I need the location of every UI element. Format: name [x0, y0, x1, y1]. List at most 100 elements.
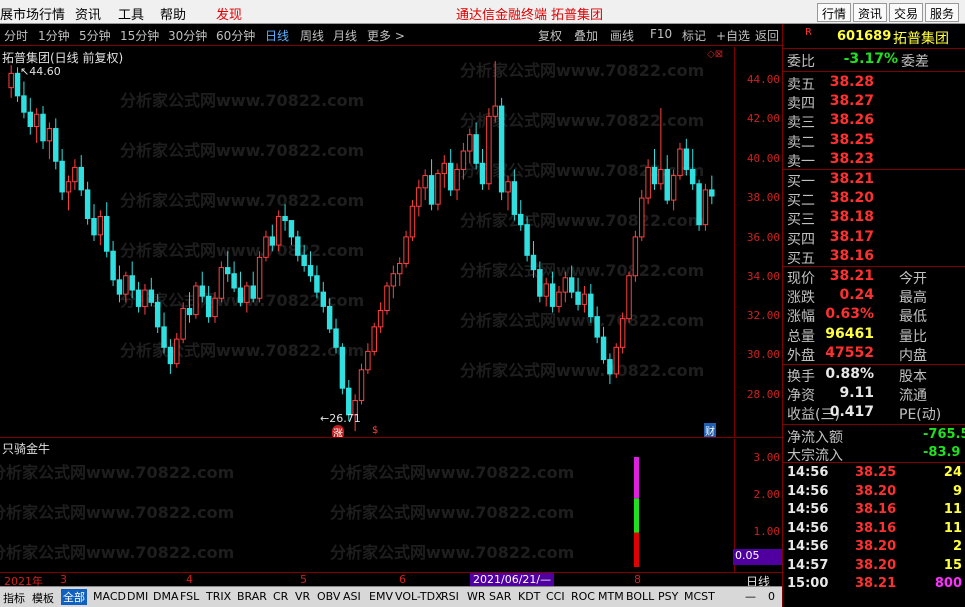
indicator-tab[interactable]: CCI	[546, 590, 565, 603]
indicator-tab[interactable]: 指标	[3, 590, 25, 606]
indicator-tab[interactable]: PSY	[658, 590, 678, 603]
candle	[231, 261, 237, 293]
indicator-tab[interactable]: SAR	[489, 590, 511, 603]
candle	[53, 118, 59, 170]
news-button[interactable]: 资讯	[853, 3, 888, 22]
tick-row: 14:56 38.16 11	[783, 521, 965, 539]
quote-panel: R 601689 拓普集团 委比 -3.17% 委差 卖五 38.28 卖四 38.2…	[782, 24, 965, 607]
candle	[174, 333, 180, 368]
high-marker: ↖44.60	[20, 65, 61, 78]
period-more[interactable]: 更多 >	[367, 27, 405, 44]
indicator-tab[interactable]: WR	[467, 590, 486, 603]
price-tick: 40.00	[746, 152, 780, 165]
candle	[142, 283, 148, 315]
menu-tools[interactable]: 工具	[118, 4, 144, 23]
dividend-badge[interactable]: $	[372, 425, 378, 436]
indicator-tab[interactable]: MACD	[93, 590, 126, 603]
indicator-tab[interactable]: EMV	[369, 590, 393, 603]
add-watchlist-button[interactable]: +自选	[716, 27, 750, 44]
menu-help[interactable]: 帮助	[160, 4, 186, 23]
reset-button[interactable]: 0	[768, 590, 775, 603]
candle	[511, 169, 518, 221]
indicator-tab[interactable]: MCST	[684, 590, 715, 603]
tick-volume: 11	[943, 520, 962, 536]
period-60min[interactable]: 60分钟	[216, 27, 255, 44]
indicator-tab[interactable]: OBV	[317, 590, 340, 603]
menu-news[interactable]: 资讯	[75, 4, 101, 23]
stat-row-label: 现价	[787, 271, 815, 287]
period-30min[interactable]: 30分钟	[168, 27, 207, 44]
candle	[116, 265, 123, 303]
low-marker-value: 26.71	[329, 412, 361, 425]
zoom-out-button[interactable]: —	[745, 590, 756, 603]
period-1min[interactable]: 1分钟	[38, 27, 70, 44]
finance-badge[interactable]: 财	[704, 423, 716, 437]
bid-level-value: 38.16	[829, 247, 874, 264]
period-monthly[interactable]: 月线	[333, 27, 357, 44]
indicator-tab[interactable]: DMI	[127, 590, 148, 603]
tick-volume: 800	[934, 576, 962, 591]
candle	[441, 155, 448, 188]
candlestick-pane[interactable]: 分析家公式网www.70822.com 分析家公式网www.70822.com …	[0, 47, 735, 438]
candle	[59, 149, 65, 201]
indicator-tab[interactable]: TRIX	[206, 590, 231, 603]
indicator-tab[interactable]: BRAR	[237, 590, 267, 603]
draw-button[interactable]: 画线	[610, 27, 634, 44]
indicator-name: 只骑金牛	[2, 442, 51, 456]
candle	[250, 271, 256, 303]
indicator-tab[interactable]: DMA	[153, 590, 179, 603]
indicator-tab[interactable]: ASI	[343, 590, 361, 603]
indicator-tab[interactable]: FSL	[180, 590, 199, 603]
candle	[123, 271, 129, 303]
menu-discover[interactable]: 发现	[216, 4, 242, 23]
indicator-tab[interactable]: VR	[295, 590, 310, 603]
indicator-tab[interactable]: MTM	[598, 590, 624, 603]
fund-row-label: 换手	[787, 369, 815, 385]
adjust-button[interactable]: 复权	[538, 27, 562, 44]
period-daily[interactable]: 日线	[265, 27, 289, 44]
period-weekly[interactable]: 周线	[300, 27, 324, 44]
period-15min[interactable]: 15分钟	[120, 27, 159, 44]
tick-row: 14:56 38.20 9	[783, 484, 965, 502]
tick-time: 14:56	[787, 483, 829, 499]
candle	[78, 155, 84, 197]
bid-level: 买四 38.17	[783, 229, 965, 248]
stock-link[interactable]: 拓普集团	[551, 4, 603, 23]
mark-button[interactable]: 标记	[682, 27, 706, 44]
trade-button[interactable]: 交易	[889, 3, 924, 22]
pane-controls-icon[interactable]: ◇⊠	[707, 49, 723, 60]
candle	[677, 142, 683, 180]
f10-button[interactable]: F10	[650, 27, 672, 41]
limit-up-badge[interactable]: 涨	[332, 425, 344, 437]
indicator-tab[interactable]: RSI	[441, 590, 459, 603]
indicator-pane[interactable]: 分析家公式网www.70822.com 分析家公式网www.70822.com …	[0, 439, 735, 572]
period-5min[interactable]: 5分钟	[79, 27, 111, 44]
back-button[interactable]: 返回	[755, 27, 779, 44]
menu-market[interactable]: 展市场行情	[0, 4, 65, 23]
indicator-tab[interactable]: CR	[273, 590, 288, 603]
candle	[154, 294, 161, 333]
period-intraday[interactable]: 分时	[4, 27, 28, 44]
indicator-tab[interactable]: KDT	[518, 590, 540, 603]
fund-row-label: 净资	[787, 388, 815, 405]
bid-level-label: 买二	[787, 193, 815, 210]
market-button[interactable]: 行情	[817, 3, 852, 22]
indicator-tab[interactable]: VOL-TDX	[395, 590, 443, 603]
service-button[interactable]: 服务	[925, 3, 960, 22]
indicator-tab[interactable]: 模板	[32, 590, 54, 606]
terminal-link[interactable]: 通达信金融终端	[456, 4, 547, 23]
ask-level: 卖四 38.27	[783, 93, 965, 112]
candle	[384, 281, 390, 315]
tick-volume: 11	[943, 502, 962, 517]
candle	[651, 149, 658, 190]
tick-price: 38.16	[855, 502, 897, 517]
candle	[358, 363, 365, 405]
stat-row-label: 总量	[787, 328, 815, 345]
candle	[524, 216, 530, 262]
fund-row-value: 0.417	[829, 404, 874, 421]
overlay-button[interactable]: 叠加	[574, 27, 598, 44]
indicator-tab[interactable]: 全部	[61, 589, 87, 605]
bid-level-label: 买四	[787, 231, 815, 248]
indicator-tab[interactable]: ROC	[571, 590, 595, 603]
indicator-tab[interactable]: BOLL	[626, 590, 654, 603]
